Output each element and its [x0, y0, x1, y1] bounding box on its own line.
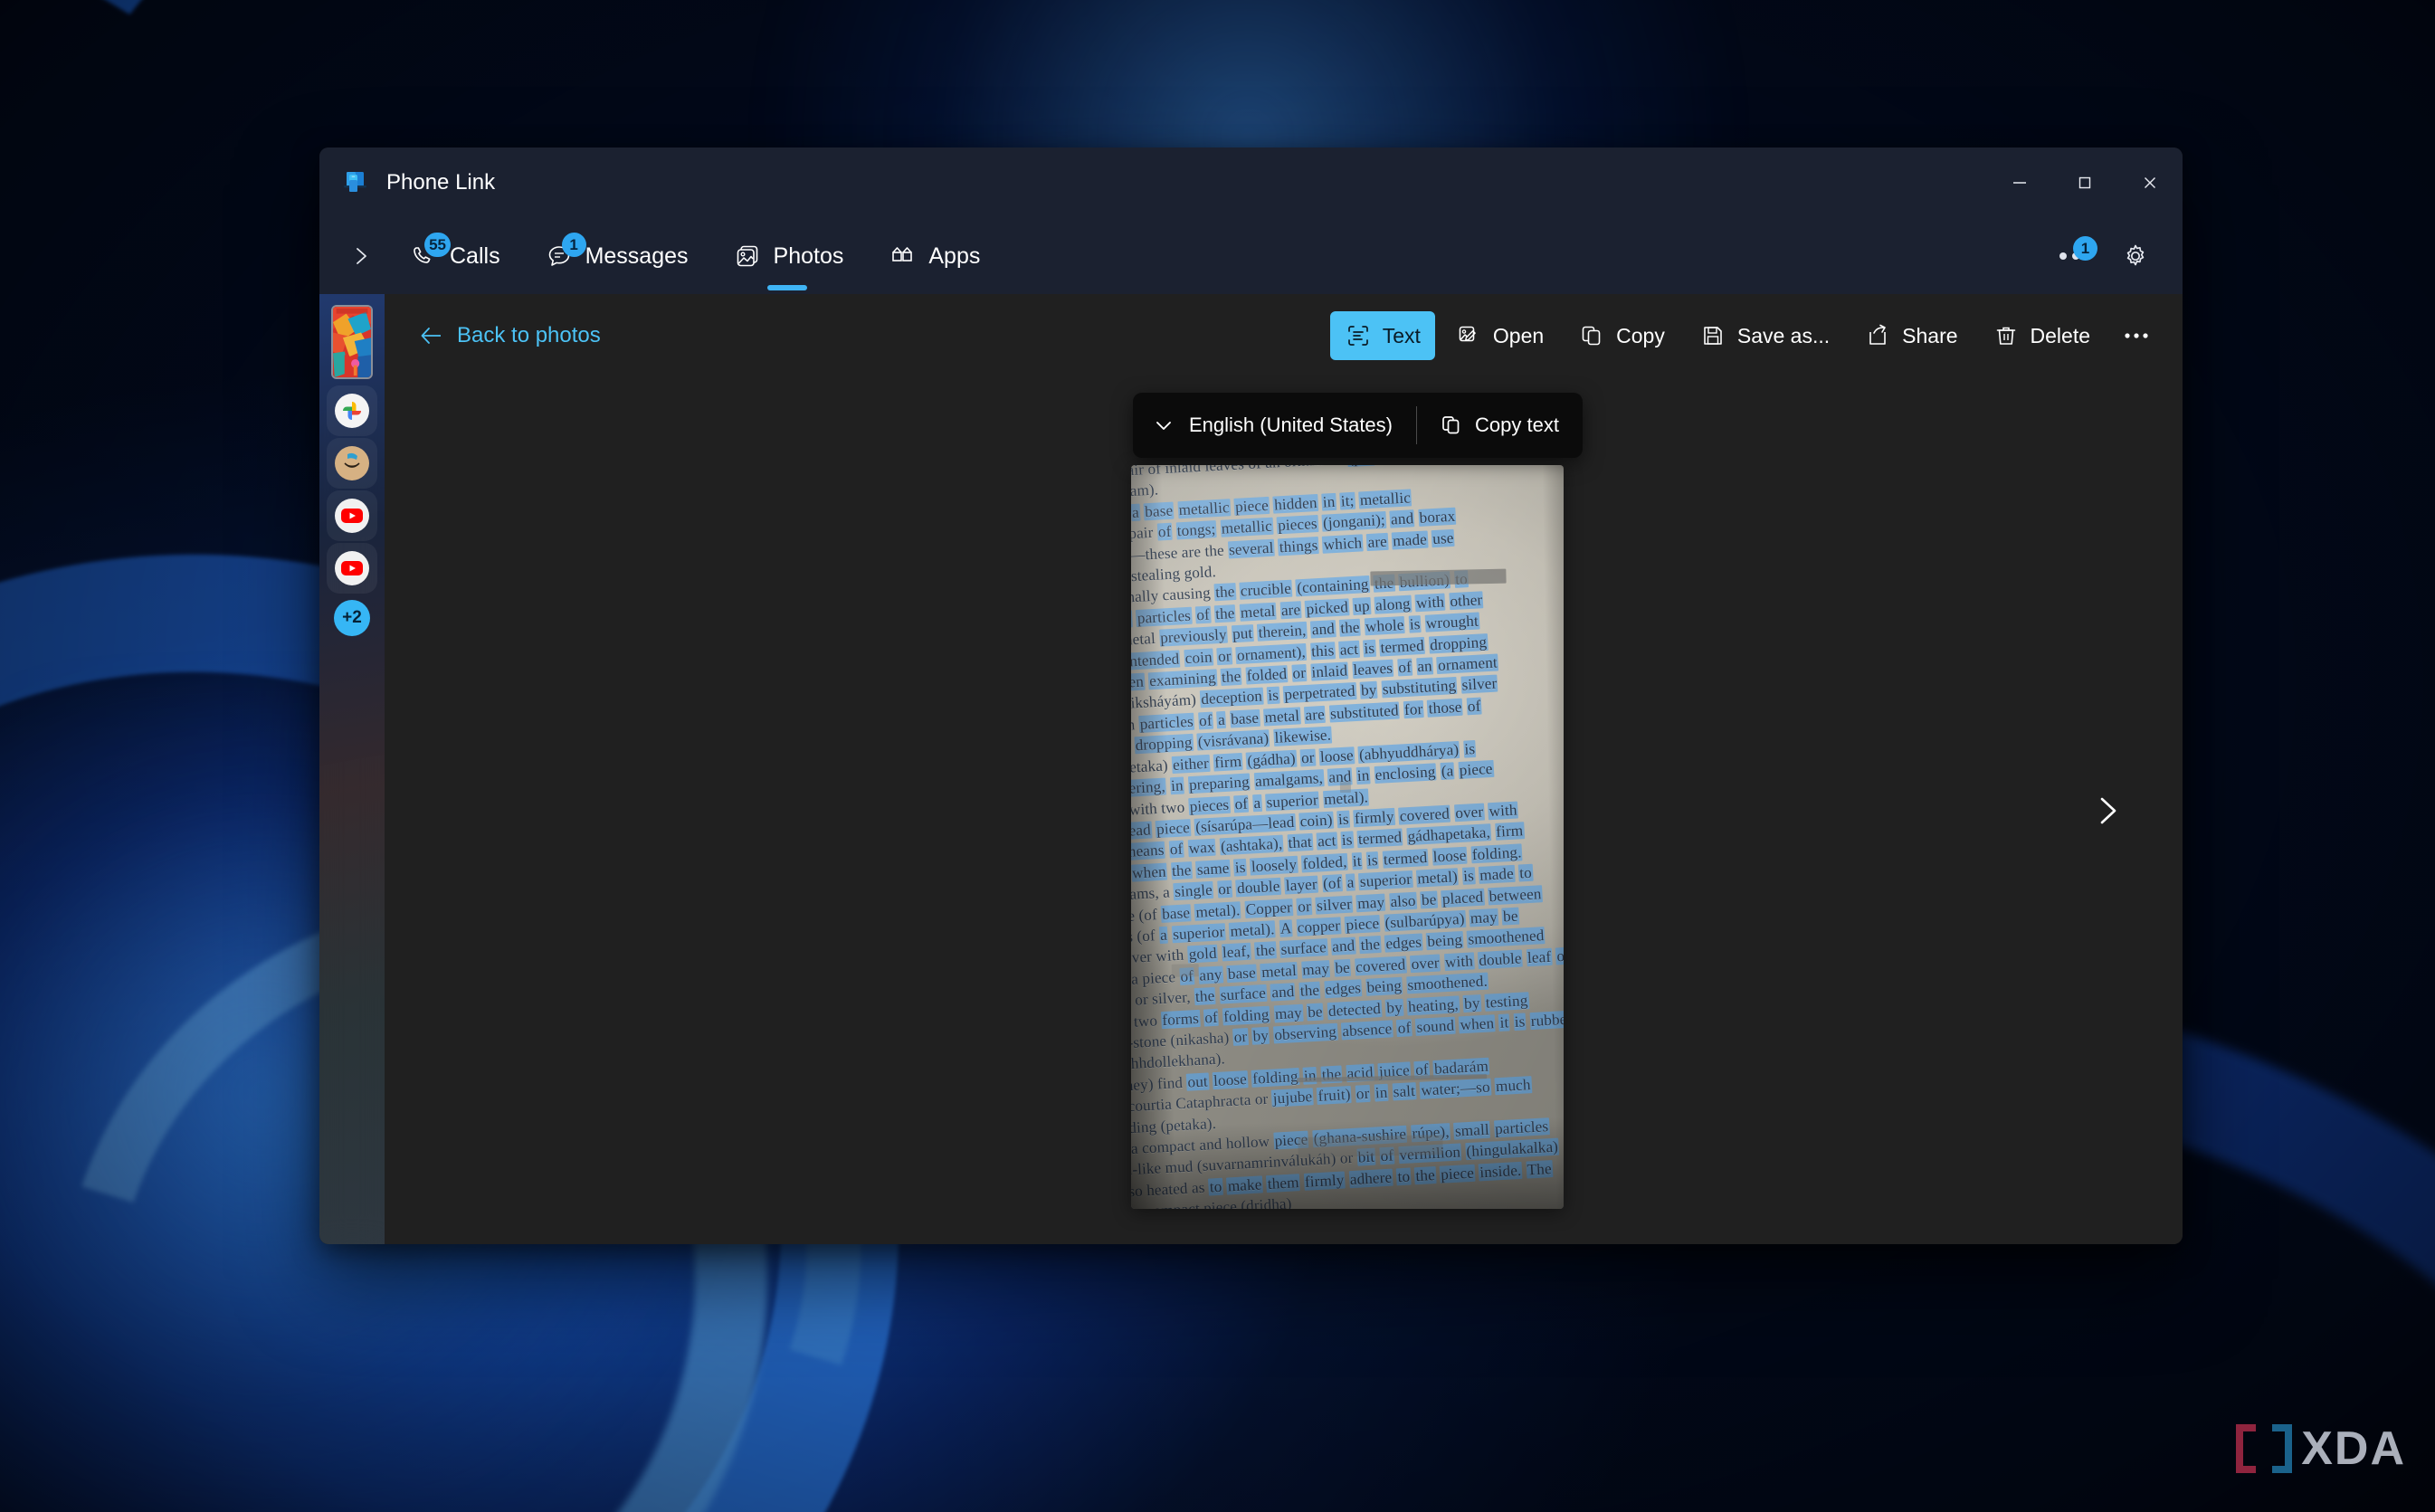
back-to-photos-button[interactable]: Back to photos	[408, 314, 612, 357]
settings-button[interactable]	[2114, 234, 2157, 278]
arrow-left-icon	[419, 323, 444, 348]
messages-badge: 1	[561, 233, 586, 257]
nav-tab-label-calls: Calls	[450, 242, 500, 269]
youtube-app-2[interactable]	[327, 543, 377, 594]
open-button-label: Open	[1492, 323, 1545, 347]
phone-link-window: Phone Link 55 Calls 1 Messages Photos Ap…	[319, 147, 2183, 1244]
maximize-button[interactable]	[2052, 147, 2117, 218]
copy-icon	[1578, 322, 1605, 349]
nav-tab-messages[interactable]: 1 Messages	[528, 232, 705, 281]
bracket-left-icon	[2236, 1424, 2259, 1473]
language-selector[interactable]: English (United States)	[1133, 393, 1416, 458]
save-as-button-label: Save as...	[1736, 323, 1831, 347]
expand-sidebar-button[interactable]	[336, 231, 386, 281]
close-button[interactable]	[2117, 147, 2183, 218]
copy-button-label: Copy	[1616, 323, 1665, 347]
nav-overflow-badge: 1	[2073, 236, 2097, 261]
nav-tab-photos[interactable]: Photos	[716, 232, 861, 290]
copy-text-button[interactable]: Copy text	[1417, 393, 1583, 458]
open-image-icon	[1455, 322, 1482, 349]
save-icon	[1699, 322, 1726, 349]
open-button[interactable]: Open	[1441, 311, 1558, 360]
photos-icon	[732, 241, 763, 271]
share-button-label: Share	[1902, 323, 1958, 347]
save-as-button[interactable]: Save as...	[1685, 311, 1844, 360]
xda-logo-text: XDA	[2301, 1422, 2406, 1475]
app-sidebar: +2	[319, 294, 385, 1244]
scanned-page: at gold hair of inlaid leaves of an orna…	[1131, 465, 1564, 1209]
title-bar: Phone Link	[319, 147, 2183, 218]
navigation-bar: 55 Calls 1 Messages Photos Apps 1	[319, 218, 2183, 294]
phone-screen-thumbnail	[331, 305, 373, 379]
text-button-label: Text	[1382, 323, 1421, 347]
more-dots-icon	[2123, 322, 2150, 349]
next-photo-button[interactable]	[2079, 783, 2135, 839]
toolbar-more-button[interactable]	[2110, 311, 2163, 360]
sidebar-item-recent-app[interactable]	[327, 438, 377, 489]
window-controls	[1987, 147, 2183, 218]
bracket-right-icon	[2269, 1424, 2293, 1473]
trash-icon	[1993, 322, 2020, 349]
desktop-background: Phone Link 55 Calls 1 Messages Photos Ap…	[0, 0, 2435, 1512]
text-button[interactable]: Text	[1329, 311, 1435, 360]
copy-icon	[1441, 414, 1462, 436]
message-icon: 1	[544, 233, 586, 271]
nav-right-actions: 1	[2054, 234, 2166, 278]
photo-image[interactable]: at gold hair of inlaid leaves of an orna…	[1131, 465, 1564, 1209]
content-area: Back to photos Text Open Copy Save as...…	[385, 294, 2183, 1244]
youtube-icon	[335, 551, 369, 585]
sidebar-more-apps[interactable]: +2	[327, 600, 377, 636]
more-apps-badge: +2	[334, 600, 370, 636]
phone-icon: 55	[408, 233, 451, 271]
delete-button[interactable]: Delete	[1978, 311, 2105, 360]
recent-app[interactable]	[327, 438, 377, 489]
apps-icon	[887, 241, 918, 271]
sidebar-item-youtube-1[interactable]	[327, 490, 377, 541]
nav-tab-apps[interactable]: Apps	[870, 232, 996, 281]
chevron-down-icon	[1153, 414, 1175, 436]
language-label: English (United States)	[1189, 414, 1393, 436]
nav-overflow-button[interactable]: 1	[2054, 234, 2097, 278]
photo-toolbar: Back to photos Text Open Copy Save as...…	[385, 294, 2183, 377]
nav-tab-label-messages: Messages	[585, 242, 689, 269]
active-tab-indicator	[767, 285, 808, 290]
xda-watermark: XDA	[2236, 1422, 2406, 1476]
youtube-app-1[interactable]	[327, 490, 377, 541]
phone-link-icon	[339, 167, 370, 198]
share-button[interactable]: Share	[1850, 311, 1972, 360]
page-shadow	[1131, 1116, 1564, 1209]
nav-tab-label-photos: Photos	[773, 242, 844, 269]
minimize-button[interactable]	[1987, 147, 2052, 218]
sidebar-item-google-photos[interactable]	[327, 385, 377, 436]
delete-button-label: Delete	[2030, 323, 2090, 347]
share-icon	[1864, 322, 1891, 349]
app-title: Phone Link	[386, 170, 496, 195]
photo-viewer: English (United States) Copy text inlaid…	[385, 377, 2183, 1244]
nav-tab-calls[interactable]: 55 Calls	[392, 232, 517, 281]
copy-button[interactable]: Copy	[1564, 311, 1679, 360]
text-recognition-popup: English (United States) Copy text	[1133, 393, 1583, 458]
window-body: +2 Back to photos Text Open Copy Save as…	[319, 294, 2183, 1244]
google-photos-icon	[335, 394, 369, 428]
sidebar-item-youtube-2[interactable]	[327, 543, 377, 594]
google-photos-app[interactable]	[327, 385, 377, 436]
text-scan-icon	[1345, 322, 1372, 349]
sidebar-item-phone-screen[interactable]	[327, 305, 377, 379]
calls-badge: 55	[424, 233, 451, 257]
copy-text-label: Copy text	[1475, 414, 1559, 436]
youtube-icon	[335, 499, 369, 533]
back-to-photos-label: Back to photos	[457, 323, 601, 347]
toolbar-actions: Text Open Copy Save as... Share Delete	[1329, 311, 2163, 360]
nav-tab-label-apps: Apps	[928, 242, 981, 269]
beige-app-icon	[335, 446, 369, 480]
